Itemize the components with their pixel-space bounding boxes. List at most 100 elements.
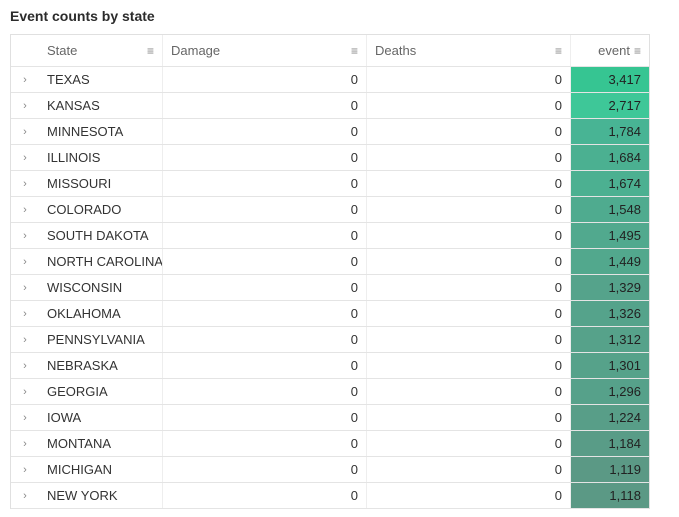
expand-toggle[interactable]: › xyxy=(11,431,39,456)
chevron-right-icon: › xyxy=(23,412,27,424)
expand-toggle[interactable]: › xyxy=(11,275,39,300)
expand-toggle[interactable]: › xyxy=(11,301,39,326)
cell-damage: 0 xyxy=(163,301,367,326)
cell-state: SOUTH DAKOTA xyxy=(39,223,163,248)
cell-deaths: 0 xyxy=(367,249,571,274)
table-row[interactable]: ›PENNSYLVANIA001,312 xyxy=(11,327,649,353)
expand-toggle[interactable]: › xyxy=(11,197,39,222)
cell-event: 1,329 xyxy=(571,275,649,300)
cell-state: NEW YORK xyxy=(39,483,163,508)
table-row[interactable]: ›MISSOURI001,674 xyxy=(11,171,649,197)
expand-toggle[interactable]: › xyxy=(11,327,39,352)
cell-state: COLORADO xyxy=(39,197,163,222)
table-row[interactable]: ›KANSAS002,717 xyxy=(11,93,649,119)
cell-event: 1,548 xyxy=(571,197,649,222)
table-row[interactable]: ›NEW YORK001,118 xyxy=(11,483,649,509)
table-row[interactable]: ›NEBRASKA001,301 xyxy=(11,353,649,379)
expand-toggle[interactable]: › xyxy=(11,223,39,248)
cell-state: KANSAS xyxy=(39,93,163,118)
expand-toggle[interactable]: › xyxy=(11,483,39,508)
cell-damage: 0 xyxy=(163,93,367,118)
cell-state: TEXAS xyxy=(39,67,163,92)
menu-icon[interactable]: ≡ xyxy=(634,45,641,57)
table-row[interactable]: ›OKLAHOMA001,326 xyxy=(11,301,649,327)
cell-state: OKLAHOMA xyxy=(39,301,163,326)
header-deaths-label: Deaths xyxy=(375,43,416,58)
header-event[interactable]: event ≡ xyxy=(571,35,649,66)
header-deaths[interactable]: Deaths ≡ xyxy=(367,35,571,66)
cell-deaths: 0 xyxy=(367,301,571,326)
header-damage[interactable]: Damage ≡ xyxy=(163,35,367,66)
cell-damage: 0 xyxy=(163,223,367,248)
cell-damage: 0 xyxy=(163,171,367,196)
cell-state: NORTH CAROLINA xyxy=(39,249,163,274)
cell-event: 1,674 xyxy=(571,171,649,196)
table-row[interactable]: ›TEXAS003,417 xyxy=(11,67,649,93)
menu-icon[interactable]: ≡ xyxy=(147,45,154,57)
expand-toggle[interactable]: › xyxy=(11,171,39,196)
table-row[interactable]: ›MONTANA001,184 xyxy=(11,431,649,457)
cell-deaths: 0 xyxy=(367,197,571,222)
expand-toggle[interactable]: › xyxy=(11,119,39,144)
header-state[interactable]: State ≡ xyxy=(39,35,163,66)
table-row[interactable]: ›MINNESOTA001,784 xyxy=(11,119,649,145)
menu-icon[interactable]: ≡ xyxy=(555,45,562,57)
cell-state: PENNSYLVANIA xyxy=(39,327,163,352)
cell-event: 1,684 xyxy=(571,145,649,170)
cell-damage: 0 xyxy=(163,405,367,430)
cell-event: 1,119 xyxy=(571,457,649,482)
cell-damage: 0 xyxy=(163,483,367,508)
cell-event: 1,495 xyxy=(571,223,649,248)
cell-event: 1,312 xyxy=(571,327,649,352)
expand-toggle[interactable]: › xyxy=(11,67,39,92)
cell-event: 1,449 xyxy=(571,249,649,274)
cell-deaths: 0 xyxy=(367,93,571,118)
cell-damage: 0 xyxy=(163,275,367,300)
chevron-right-icon: › xyxy=(23,386,27,398)
cell-state: MONTANA xyxy=(39,431,163,456)
expand-toggle[interactable]: › xyxy=(11,249,39,274)
table-row[interactable]: ›MICHIGAN001,119 xyxy=(11,457,649,483)
header-state-label: State xyxy=(47,43,77,58)
cell-state: IOWA xyxy=(39,405,163,430)
chevron-right-icon: › xyxy=(23,230,27,242)
table-row[interactable]: ›IOWA001,224 xyxy=(11,405,649,431)
cell-state: WISCONSIN xyxy=(39,275,163,300)
cell-deaths: 0 xyxy=(367,145,571,170)
cell-damage: 0 xyxy=(163,379,367,404)
cell-event: 1,118 xyxy=(571,483,649,508)
chevron-right-icon: › xyxy=(23,152,27,164)
cell-state: MINNESOTA xyxy=(39,119,163,144)
table-row[interactable]: ›COLORADO001,548 xyxy=(11,197,649,223)
chevron-right-icon: › xyxy=(23,438,27,450)
cell-damage: 0 xyxy=(163,145,367,170)
cell-damage: 0 xyxy=(163,353,367,378)
cell-damage: 0 xyxy=(163,431,367,456)
expand-toggle[interactable]: › xyxy=(11,379,39,404)
expand-toggle[interactable]: › xyxy=(11,353,39,378)
table-row[interactable]: ›NORTH CAROLINA001,449 xyxy=(11,249,649,275)
cell-deaths: 0 xyxy=(367,67,571,92)
cell-state: GEORGIA xyxy=(39,379,163,404)
menu-icon[interactable]: ≡ xyxy=(351,45,358,57)
chevron-right-icon: › xyxy=(23,74,27,86)
table-row[interactable]: ›GEORGIA001,296 xyxy=(11,379,649,405)
cell-damage: 0 xyxy=(163,119,367,144)
chevron-right-icon: › xyxy=(23,126,27,138)
table-row[interactable]: ›WISCONSIN001,329 xyxy=(11,275,649,301)
expand-header xyxy=(11,35,39,66)
expand-toggle[interactable]: › xyxy=(11,145,39,170)
expand-toggle[interactable]: › xyxy=(11,457,39,482)
chevron-right-icon: › xyxy=(23,178,27,190)
cell-deaths: 0 xyxy=(367,119,571,144)
table-row[interactable]: ›SOUTH DAKOTA001,495 xyxy=(11,223,649,249)
header-damage-label: Damage xyxy=(171,43,220,58)
table-row[interactable]: ›ILLINOIS001,684 xyxy=(11,145,649,171)
header-row: State ≡ Damage ≡ Deaths ≡ event ≡ xyxy=(11,35,649,67)
expand-toggle[interactable]: › xyxy=(11,405,39,430)
expand-toggle[interactable]: › xyxy=(11,93,39,118)
cell-deaths: 0 xyxy=(367,431,571,456)
cell-deaths: 0 xyxy=(367,275,571,300)
cell-deaths: 0 xyxy=(367,171,571,196)
cell-event: 1,184 xyxy=(571,431,649,456)
